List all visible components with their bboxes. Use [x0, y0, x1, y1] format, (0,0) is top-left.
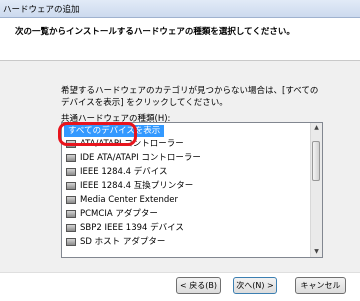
footer-divider — [0, 272, 360, 273]
list-item-label: Media Center Extender — [80, 195, 179, 205]
highlight-annotation — [58, 122, 137, 146]
scroll-up-icon[interactable]: ▲ — [311, 123, 322, 133]
media-icon — [66, 196, 76, 204]
description-text: 希望するハードウェアのカテゴリが見つからない場合は、[すべてのデバイスを表示] … — [61, 86, 319, 108]
card-icon — [66, 210, 76, 218]
scroll-thumb[interactable] — [312, 141, 320, 181]
printer-icon — [66, 182, 76, 190]
card-icon — [66, 238, 76, 246]
device-icon — [66, 224, 76, 232]
list-item-label: IEEE 1284.4 デバイス — [80, 167, 168, 177]
header-instruction: 次の一覧からインストールするハードウェアの種類を選択してください。 — [15, 27, 295, 37]
list-item-label: IDE ATA/ATAPI コントローラー — [80, 153, 201, 163]
list-item[interactable]: IDE ATA/ATAPI コントローラー — [64, 152, 205, 164]
list-item-label: SBP2 IEEE 1394 デバイス — [80, 223, 184, 233]
printer-icon — [66, 168, 76, 176]
list-scrollbar[interactable]: ▲ ▼ — [310, 123, 322, 257]
wizard-header: 次の一覧からインストールするハードウェアの種類を選択してください。 — [0, 18, 360, 61]
back-button[interactable]: < 戻る(B) — [176, 277, 221, 294]
next-button[interactable]: 次へ(N) > — [233, 277, 277, 294]
list-item[interactable]: IEEE 1284.4 デバイス — [64, 166, 172, 178]
list-item[interactable]: IEEE 1284.4 互換プリンター — [64, 180, 197, 192]
window-title: ハードウェアの追加 — [3, 5, 80, 15]
list-item[interactable]: Media Center Extender — [64, 194, 182, 206]
list-item[interactable]: SD ホスト アダプター — [64, 236, 169, 248]
list-item[interactable]: PCMCIA アダプター — [64, 208, 162, 220]
list-item[interactable]: SBP2 IEEE 1394 デバイス — [64, 222, 188, 234]
list-item-label: PCMCIA アダプター — [80, 209, 158, 219]
controller-icon — [66, 154, 76, 162]
list-item-label: SD ホスト アダプター — [80, 237, 166, 247]
scroll-down-icon[interactable]: ▼ — [311, 247, 322, 257]
title-bar: ハードウェアの追加 — [0, 0, 360, 18]
cancel-button[interactable]: キャンセル — [295, 277, 346, 294]
list-item-label: IEEE 1284.4 互換プリンター — [80, 181, 194, 191]
